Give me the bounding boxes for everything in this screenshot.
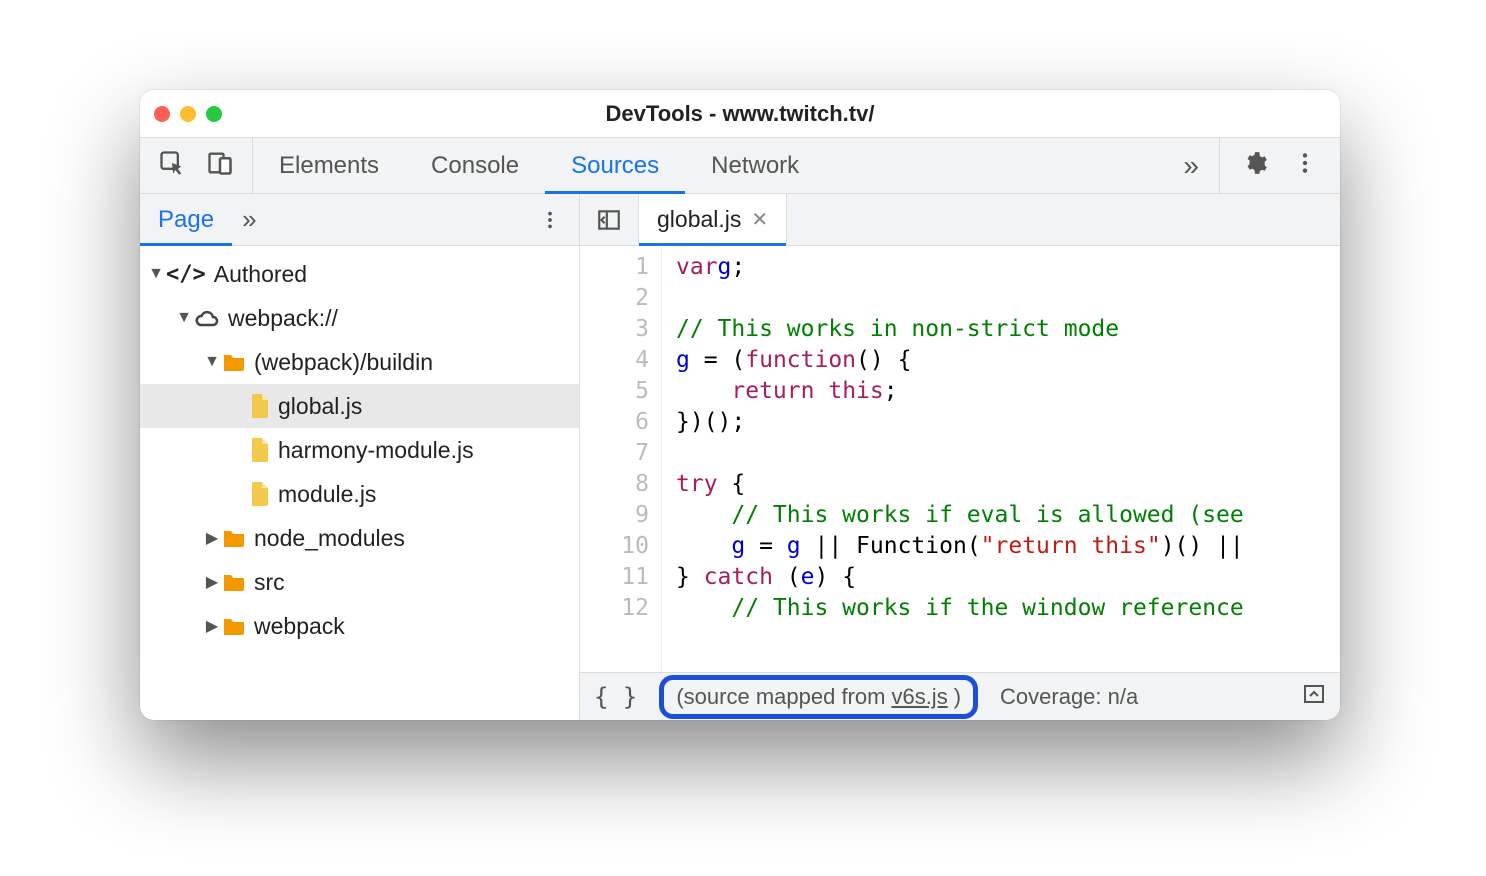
devtools-window: DevTools - www.twitch.tv/ ElementsConsol… <box>140 90 1340 720</box>
tree-folder-node_modules[interactable]: ▶node_modules <box>140 516 579 560</box>
main-tab-strip: ElementsConsoleSourcesNetwork » <box>140 138 1340 194</box>
editor-pane: global.js ✕ 123456789101112 varg; // Thi… <box>580 194 1340 720</box>
file-tree: ▼</>Authored▼webpack://▼(webpack)/buildi… <box>140 246 579 720</box>
close-window-button[interactable] <box>154 106 170 122</box>
tree-folder-src[interactable]: ▶src <box>140 560 579 604</box>
source-map-indicator[interactable]: (source mapped from v6s.js) <box>659 675 978 719</box>
sidebar-options-icon[interactable] <box>529 194 571 245</box>
settings-gear-icon[interactable] <box>1242 150 1268 181</box>
tree-file-harmony-module-js[interactable]: harmony-module.js <box>140 428 579 472</box>
toggle-drawer-icon[interactable] <box>1302 682 1326 712</box>
navigator-sidebar: Page » ▼</>Authored▼webpack://▼(webpack)… <box>140 194 580 720</box>
tab-console[interactable]: Console <box>405 138 545 193</box>
tab-network[interactable]: Network <box>685 138 825 193</box>
titlebar: DevTools - www.twitch.tv/ <box>140 90 1340 138</box>
inspect-element-icon[interactable] <box>158 149 186 182</box>
tab-elements[interactable]: Elements <box>253 138 405 193</box>
tree-webpack-root[interactable]: ▼webpack:// <box>140 296 579 340</box>
tree-authored[interactable]: ▼</>Authored <box>140 252 579 296</box>
file-tab-global-js[interactable]: global.js ✕ <box>639 194 787 245</box>
window-controls <box>154 106 222 122</box>
coverage-status: Coverage: n/a <box>1000 684 1138 710</box>
tree-file-global-js[interactable]: global.js <box>140 384 579 428</box>
file-tab-label: global.js <box>657 206 741 233</box>
more-options-icon[interactable] <box>1292 150 1318 181</box>
line-gutter: 123456789101112 <box>580 246 662 672</box>
zoom-window-button[interactable] <box>206 106 222 122</box>
tree-folder-buildin[interactable]: ▼(webpack)/buildin <box>140 340 579 384</box>
toggle-navigator-icon[interactable] <box>580 194 639 245</box>
sidebar-more-tabs[interactable]: » <box>232 194 266 245</box>
window-title: DevTools - www.twitch.tv/ <box>140 101 1340 127</box>
pretty-print-icon[interactable]: { } <box>594 683 637 711</box>
close-tab-icon[interactable]: ✕ <box>751 207 768 232</box>
code-area[interactable]: varg; // This works in non-strict mode g… <box>662 246 1340 672</box>
sidebar-tab-page[interactable]: Page <box>140 194 232 245</box>
minimize-window-button[interactable] <box>180 106 196 122</box>
source-map-link[interactable]: v6s.js <box>891 684 947 710</box>
tree-file-module-js[interactable]: module.js <box>140 472 579 516</box>
more-tabs-button[interactable]: » <box>1163 138 1219 193</box>
device-toolbar-icon[interactable] <box>206 149 234 182</box>
tree-folder-webpack[interactable]: ▶webpack <box>140 604 579 648</box>
tab-sources[interactable]: Sources <box>545 138 685 193</box>
editor-statusbar: { } (source mapped from v6s.js) Coverage… <box>580 672 1340 720</box>
